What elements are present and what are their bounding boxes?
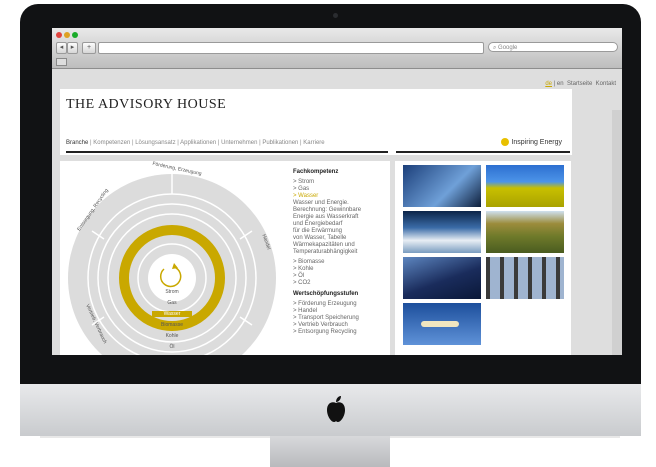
inspiring-energy: Inspiring Energy	[501, 138, 562, 146]
sidebar: Fachkompetenz > Strom > Gas > Wasser Was…	[293, 169, 388, 336]
mountain-landscape-image[interactable]	[403, 257, 481, 299]
wertschoepfung-heading: Wertschöpfungsstufen	[293, 291, 359, 297]
sidebar-item-strom[interactable]: > Strom	[293, 179, 388, 186]
sidebar-item-kohle[interactable]: > Kohle	[293, 266, 388, 273]
nav-kompetenzen[interactable]: Kompetenzen	[93, 140, 130, 146]
camera-icon	[333, 13, 338, 18]
contrail	[421, 321, 459, 327]
nav-karriere[interactable]: Karriere	[303, 140, 324, 146]
nav-applikationen[interactable]: Applikationen	[180, 140, 216, 146]
inspiring-label: Inspiring Energy	[511, 138, 562, 146]
sidebar-item-oel[interactable]: > Öl	[293, 273, 388, 280]
fachkompetenz-heading: Fachkompetenz	[293, 169, 339, 175]
sidebar-item-gas[interactable]: > Gas	[293, 186, 388, 193]
forward-button[interactable]: ▸	[67, 42, 78, 54]
gas-tank-dome-image[interactable]	[486, 165, 564, 207]
lang-en-link[interactable]: en	[557, 81, 564, 87]
sidebar-item-wasser[interactable]: > Wasser	[293, 193, 388, 200]
add-bookmark-button[interactable]: +	[82, 42, 96, 54]
corn-field-image[interactable]	[486, 211, 564, 253]
nav-loesungsansatz[interactable]: Lösungsansatz	[135, 140, 175, 146]
tree-trunks-image[interactable]	[486, 257, 564, 299]
web-page: de | en Startseite Kontakt THE ADVISORY …	[52, 69, 622, 355]
ring-label-biomasse[interactable]: Biomasse	[152, 322, 192, 328]
apple-logo-icon	[327, 396, 345, 422]
sidebar-item-foerderung[interactable]: > Förderung Erzeugung	[293, 301, 388, 308]
back-button[interactable]: ◂	[56, 42, 67, 54]
minimize-window-button[interactable]	[64, 32, 70, 38]
sun-icon	[501, 138, 510, 146]
sidebar-item-transport[interactable]: > Transport Speicherung	[293, 315, 388, 322]
search-input[interactable]: ⌕ Google	[488, 42, 618, 52]
ring-label-oel[interactable]: Öl	[152, 344, 192, 350]
browser-toolbar: ◂ ▸ + ⌕ Google	[52, 28, 622, 69]
ring-label-kohle[interactable]: Kohle	[152, 333, 192, 339]
sidebar-item-vertrieb[interactable]: > Vertrieb Verbrauch	[293, 322, 388, 329]
close-window-button[interactable]	[56, 32, 62, 38]
sidebar-item-biomasse[interactable]: > Biomasse	[293, 259, 388, 266]
nav-publikationen[interactable]: Publikationen	[262, 140, 298, 146]
site-title[interactable]: THE ADVISORY HOUSE	[66, 97, 226, 113]
header-panel: THE ADVISORY HOUSE Branche | Kompetenzen…	[60, 89, 572, 155]
top-links: de | en Startseite Kontakt	[545, 81, 616, 87]
water-spray-image[interactable]	[403, 211, 481, 253]
screen: ◂ ▸ + ⌕ Google de | en Startseite Kontak…	[52, 28, 622, 355]
ring-label-gas[interactable]: Gas	[152, 300, 192, 306]
nav-branche[interactable]: Branche	[66, 140, 88, 146]
gallery-panel	[395, 161, 571, 355]
lang-de-link[interactable]: de	[545, 81, 552, 87]
search-placeholder: Google	[498, 45, 518, 51]
maximize-window-button[interactable]	[72, 32, 78, 38]
ring-label-strom[interactable]: Strom	[152, 289, 192, 295]
nav-unternehmen[interactable]: Unternehmen	[221, 140, 257, 146]
inspiring-divider	[396, 151, 570, 153]
startseite-link[interactable]: Startseite	[567, 81, 592, 87]
ring-label-wasser[interactable]: Wasser	[152, 311, 192, 317]
page-scrollbar[interactable]	[612, 110, 622, 355]
sidebar-item-entsorgung[interactable]: > Entsorgung Recycling	[293, 329, 388, 336]
airplane-contrail-image[interactable]	[403, 303, 481, 345]
wasser-description: Wasser und Energie. Berechnung: Gewinnba…	[293, 200, 362, 255]
content-panel: Förderung, Erzeugung Handel Entsorgung, …	[60, 161, 390, 355]
sidebar-item-handel[interactable]: > Handel	[293, 308, 388, 315]
main-nav: Branche | Kompetenzen | Lösungsansatz | …	[66, 140, 325, 146]
nav-divider	[66, 151, 388, 153]
power-line-tower-image[interactable]	[403, 165, 481, 207]
sidebar-item-co2[interactable]: > CO2	[293, 280, 388, 287]
imac-stand	[270, 436, 390, 467]
url-input[interactable]	[98, 42, 484, 54]
kontakt-link[interactable]: Kontakt	[596, 81, 616, 87]
bookmarks-icon[interactable]	[56, 58, 67, 66]
